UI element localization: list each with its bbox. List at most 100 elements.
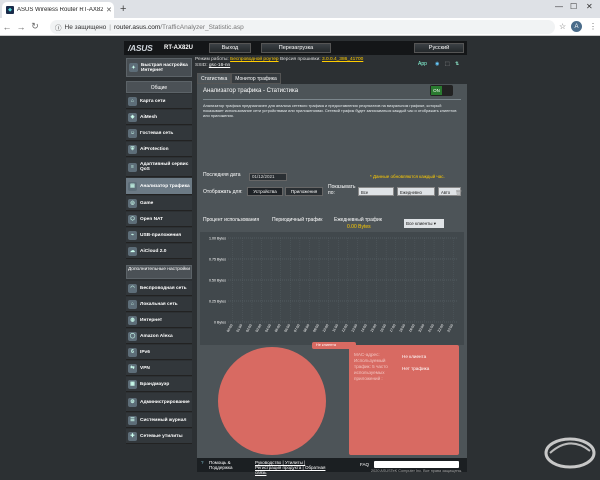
x-tick-label: 04:00 [264,323,272,332]
router-top-bar: /ASUS RT-AX82U Выход Перезагрузка Русски… [124,41,467,55]
menu-item-syslog[interactable]: ☰ Системный журнал [126,413,192,428]
firmware-value[interactable]: 3.0.0.4_386_41700 [322,57,363,62]
bookmark-star-icon[interactable]: ☆ [559,22,566,31]
mode-value[interactable]: Беспроводной роутер [230,57,279,62]
menu-icon[interactable]: ⋮ [589,22,597,31]
menu-item-traffic-analyzer[interactable]: ▤ Анализатор трафика [126,178,192,195]
minimize-icon[interactable]: — [555,2,563,11]
router-model: RT-AX82U [164,45,194,51]
game-icon: ◎ [128,198,137,208]
menu-item-network-map[interactable]: ⌂ Карта сети [126,94,192,109]
close-window-icon[interactable]: ✕ [586,2,593,11]
address-bar[interactable]: ⓘ Не защищено | router.asus.com/TrafficA… [50,20,555,34]
menu-item-open-nat[interactable]: ⬡ Open NAT [126,212,192,227]
menu-item-wan[interactable]: ◍ Интернет [126,313,192,328]
filter-select[interactable]: Все [358,187,394,196]
faq-label: FAQ [360,462,370,467]
help-label[interactable]: Помощь & Поддержка [209,460,241,470]
separator: | [109,23,111,31]
menu-item-label: Интернет [140,317,163,323]
footer-links[interactable]: Руководство | Утилиты | Регистрация прод… [255,460,330,475]
menu-item-lan[interactable]: ⌂ Локальная сеть [126,297,192,312]
chart-daily-value: 0.00 Bytes [347,224,371,230]
date-label: Последняя дата [203,172,241,178]
menu-item-aicloud[interactable]: ☁ AiCloud 2.0 [126,244,192,259]
menu-item-game[interactable]: ◎ Game [126,196,192,211]
toggle-on-label: ON [431,86,442,95]
language-select[interactable]: Русский [414,43,464,53]
advanced-menu-head: Дополнительные настройки [126,265,192,279]
menu-item-guest-network[interactable]: ☺ Гостевая сеть [126,126,192,141]
menu-item-label: Брандмауэр [140,381,170,387]
traffic-analyzer-icon: ▤ [128,181,137,191]
x-tick-label: 11:00 [331,323,339,332]
reload-icon[interactable]: ↻ [28,21,42,32]
tab-traffic-monitor[interactable]: Монитор трафика [231,73,281,84]
profile-avatar[interactable]: A [571,21,582,32]
tab-close-icon[interactable]: ✕ [106,6,112,14]
chart-periodic-label: Периодичный трафик [272,217,323,223]
menu-item-alexa[interactable]: ◯ Amazon Alexa [126,329,192,344]
menu-item-aimesh[interactable]: ◈ AiMesh [126,110,192,125]
ssid-value[interactable]: gsc-16-nn [209,63,230,68]
traffic-analyzer-toggle[interactable]: ON [430,85,453,96]
pie-slice[interactable] [218,347,326,455]
y-tick-label: 0.50 Bytes [209,279,226,283]
devices-button[interactable]: Устройства [247,187,283,196]
menu-item-aiprotection[interactable]: ⛨ AiProtection [126,142,192,157]
router-page: /ASUS RT-AX82U Выход Перезагрузка Русски… [0,36,600,480]
y-tick-label: 0.75 Bytes [209,258,226,262]
browser-tab[interactable]: ◆ ASUS Wireless Router RT-AX82U ✕ [2,2,114,18]
x-tick-label: 14:00 [360,323,368,332]
usb-status-icon[interactable]: ⬚ [445,61,450,67]
menu-item-label: IPv6 [140,349,150,355]
menu-item-label: Беспроводная сеть [140,285,187,291]
x-tick-label: 08:00 [303,323,311,332]
back-icon[interactable]: ← [0,22,14,32]
divider [203,99,461,100]
client-pie-chart[interactable] [197,345,349,458]
forward-icon[interactable]: → [14,22,28,32]
menu-item-admin[interactable]: ⚙ Администрирование [126,393,192,412]
menu-item-qos[interactable]: ≡ Адаптивный сервис QoS [126,158,192,177]
x-tick-label: 05:00 [274,323,282,332]
log-icon: ☰ [128,415,137,425]
date-input[interactable]: 01/12/2021 [249,173,287,181]
network-status-icon[interactable]: ⇅ [455,61,459,67]
menu-item-label: Карта сети [140,98,166,104]
menu-item-label: USB-приложения [140,232,182,238]
menu-item-firewall[interactable]: ▦ Брандмауэр [126,377,192,392]
menu-item-vpn[interactable]: ⇆ VPN [126,361,192,376]
quick-setup-button[interactable]: ✦ Быстрая настройка Интернет [126,58,192,77]
menu-item-ipv6[interactable]: 6 IPv6 [126,345,192,360]
cloud-icon: ☁ [128,246,137,256]
tab-statistics[interactable]: Статистика [197,73,232,84]
faq-search-input[interactable] [374,461,459,468]
menu-item-label: AiProtection [140,146,169,152]
main-panel: Анализатор трафика - Статистика ON Анали… [197,84,467,473]
maximize-icon[interactable]: ☐ [570,2,577,11]
menu-item-usb[interactable]: ⌁ USB-приложения [126,228,192,243]
trash-icon[interactable]: 🗑 [455,190,463,197]
shield-icon: ⛨ [128,144,137,154]
all-clients-select[interactable]: Все клиенты ▾ [404,219,444,228]
x-tick-label: 01:00 [236,323,244,332]
new-tab-icon[interactable]: + [120,3,126,15]
reboot-button[interactable]: Перезагрузка [261,43,331,53]
info-icon[interactable]: ⓘ [55,22,62,32]
aimesh-icon: ◈ [128,112,137,122]
vpn-icon: ⇆ [128,363,137,373]
ipv6-icon: 6 [128,347,137,357]
page-title: Анализатор трафика - Статистика [203,88,299,94]
menu-item-wireless[interactable]: ◠ Беспроводная сеть [126,281,192,296]
logout-button[interactable]: Выход [209,43,251,53]
tools-icon: ✚ [128,431,137,441]
asus-logo: /ASUS [128,43,153,53]
menu-item-label: Game [140,200,154,206]
period-select[interactable]: Ежедневно [397,187,435,196]
gsc-logo-icon [544,437,596,469]
app-label[interactable]: App [418,61,427,67]
apps-button[interactable]: Приложения [285,187,323,196]
wifi-status-icon[interactable]: ◉ [435,61,439,67]
menu-item-tools[interactable]: ✚ Сетевые утилиты [126,429,192,444]
